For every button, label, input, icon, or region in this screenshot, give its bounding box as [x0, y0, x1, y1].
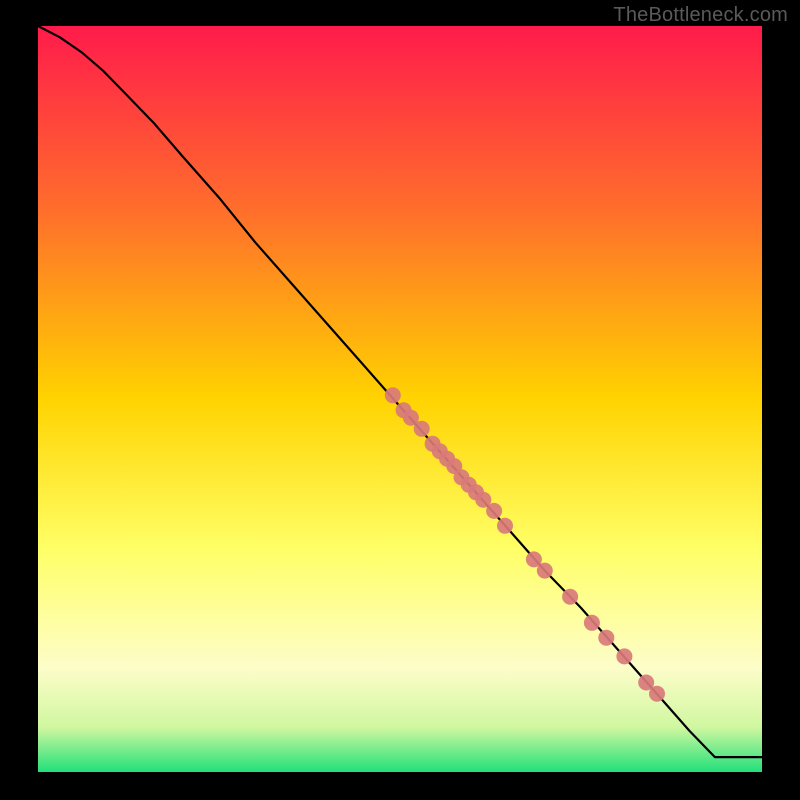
plot-background	[38, 26, 762, 772]
data-point	[649, 686, 665, 702]
data-point	[414, 421, 430, 437]
data-point	[537, 563, 553, 579]
data-point	[598, 630, 614, 646]
data-point	[486, 503, 502, 519]
data-point	[584, 615, 600, 631]
data-point	[562, 589, 578, 605]
data-point	[616, 648, 632, 664]
chart-stage: TheBottleneck.com	[0, 0, 800, 800]
data-point	[497, 518, 513, 534]
data-point	[385, 387, 401, 403]
plot-svg	[0, 0, 800, 800]
